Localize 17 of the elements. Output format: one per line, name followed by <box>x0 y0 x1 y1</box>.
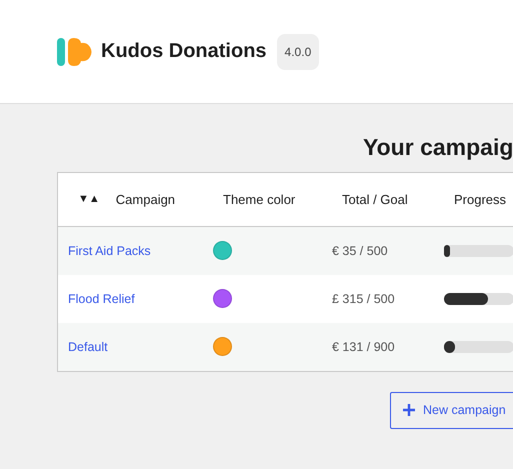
column-header: Campaign <box>114 192 176 207</box>
logo-icon <box>57 38 93 66</box>
total-goal-text: £ 315 / 500 <box>332 292 395 306</box>
column-header: Total / Goal <box>341 192 409 207</box>
total-goal-text: € 35 / 500 <box>332 244 388 258</box>
plus-icon <box>403 404 415 416</box>
app-title: Kudos Donations <box>101 40 267 63</box>
campaign-link[interactable]: Default <box>58 340 108 354</box>
sort-button[interactable]: ▼▲ <box>78 193 100 206</box>
new-campaign-button[interactable]: New campaign <box>390 392 513 429</box>
campaign-link[interactable]: First Aid Packs <box>58 244 151 258</box>
column-header: Progress <box>453 192 508 207</box>
version-badge: 4.0.0 <box>276 34 320 70</box>
campaign-link[interactable]: Flood Relief <box>58 292 135 306</box>
total-goal-text: € 131 / 900 <box>332 340 395 354</box>
column-header: Theme color <box>222 192 296 207</box>
page-heading: Your campaig <box>363 134 513 162</box>
